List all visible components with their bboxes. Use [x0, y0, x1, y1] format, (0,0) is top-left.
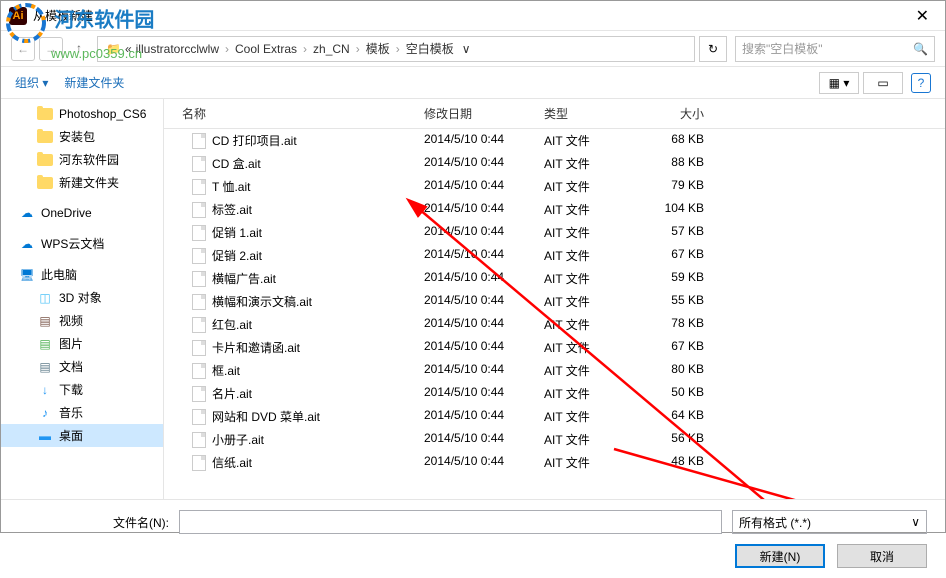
file-icon — [192, 386, 206, 402]
file-row[interactable]: CD 盒.ait 2014/5/10 0:44 AIT 文件 88 KB — [164, 152, 945, 175]
sidebar-item[interactable]: ↓下载 — [1, 378, 163, 401]
folder-icon — [37, 152, 53, 168]
file-icon — [192, 340, 206, 356]
newfolder-button[interactable]: 新建文件夹 — [64, 74, 124, 91]
view-mode-button[interactable]: ▦ ▾ — [819, 72, 859, 94]
file-icon — [192, 202, 206, 218]
list-header: 名称 修改日期 类型 大小 — [164, 99, 945, 129]
col-date-header[interactable]: 修改日期 — [424, 105, 544, 122]
file-icon — [192, 225, 206, 241]
sidebar-item[interactable]: 新建文件夹 — [1, 171, 163, 194]
cancel-button[interactable]: 取消 — [837, 544, 927, 568]
navbar: ← → ↑ 📁 « illustratorcclwlw› Cool Extras… — [1, 31, 945, 67]
file-icon — [192, 248, 206, 264]
file-row[interactable]: 卡片和邀请函.ait 2014/5/10 0:44 AIT 文件 67 KB — [164, 336, 945, 359]
onedrive-icon: ☁ — [19, 205, 35, 221]
music-icon: ♪ — [37, 405, 53, 421]
organize-menu[interactable]: 组织 ▾ — [15, 74, 48, 91]
3d-icon: ◫ — [37, 290, 53, 306]
close-button[interactable]: ✕ — [908, 6, 937, 26]
sidebar-item[interactable]: 安装包 — [1, 125, 163, 148]
up-button[interactable]: ↑ — [67, 37, 91, 61]
file-row[interactable]: T 恤.ait 2014/5/10 0:44 AIT 文件 79 KB — [164, 175, 945, 198]
format-select[interactable]: 所有格式 (*.*) ∨ — [732, 510, 927, 534]
new-button[interactable]: 新建(N) — [735, 544, 825, 568]
file-icon — [192, 271, 206, 287]
file-icon — [192, 294, 206, 310]
file-row[interactable]: 信纸.ait 2014/5/10 0:44 AIT 文件 48 KB — [164, 451, 945, 474]
preview-pane-button[interactable]: ▭ — [863, 72, 903, 94]
video-icon: ▤ — [37, 313, 53, 329]
file-icon — [192, 179, 206, 195]
breadcrumb[interactable]: 📁 « illustratorcclwlw› Cool Extras› zh_C… — [97, 36, 695, 62]
col-size-header[interactable]: 大小 — [654, 105, 734, 122]
col-type-header[interactable]: 类型 — [544, 105, 654, 122]
file-icon — [192, 363, 206, 379]
file-icon — [192, 455, 206, 471]
file-icon — [192, 317, 206, 333]
col-name-header[interactable]: 名称 — [164, 105, 424, 122]
file-icon — [192, 133, 206, 149]
sidebar-item[interactable]: 河东软件园 — [1, 148, 163, 171]
pc-icon: 🖥 — [19, 267, 35, 283]
sidebar-item[interactable]: ▬桌面 — [1, 424, 163, 447]
breadcrumb-dropdown[interactable]: ∨ — [458, 42, 475, 56]
file-row[interactable]: 横幅广告.ait 2014/5/10 0:44 AIT 文件 59 KB — [164, 267, 945, 290]
sidebar-item[interactable]: ☁OneDrive — [1, 202, 163, 224]
file-row[interactable]: 横幅和演示文稿.ait 2014/5/10 0:44 AIT 文件 55 KB — [164, 290, 945, 313]
file-icon — [192, 156, 206, 172]
sidebar-item[interactable]: ▤文档 — [1, 355, 163, 378]
file-row[interactable]: 标签.ait 2014/5/10 0:44 AIT 文件 104 KB — [164, 198, 945, 221]
forward-button[interactable]: → — [39, 37, 63, 61]
folder-icon — [37, 175, 53, 191]
file-icon — [192, 432, 206, 448]
filename-input[interactable] — [179, 510, 722, 534]
sidebar: Photoshop_CS6安装包河东软件园新建文件夹 ☁OneDrive ☁WPS云… — [1, 99, 164, 499]
wps-icon: ☁ — [19, 236, 35, 252]
doc-icon: ▤ — [37, 359, 53, 375]
search-icon: 🔍 — [913, 42, 928, 56]
sidebar-item[interactable]: ▤图片 — [1, 332, 163, 355]
footer: 文件名(N): 所有格式 (*.*) ∨ 新建(N) 取消 — [1, 499, 945, 578]
file-row[interactable]: 促销 1.ait 2014/5/10 0:44 AIT 文件 57 KB — [164, 221, 945, 244]
desktop-icon: ▬ — [37, 428, 53, 444]
file-row[interactable]: 促销 2.ait 2014/5/10 0:44 AIT 文件 67 KB — [164, 244, 945, 267]
sidebar-item[interactable]: ◫3D 对象 — [1, 286, 163, 309]
sidebar-item[interactable]: ▤视频 — [1, 309, 163, 332]
filename-label: 文件名(N): — [19, 514, 169, 531]
folder-icon: 📁 — [106, 42, 121, 56]
search-box[interactable]: 搜索"空白模板" 🔍 — [735, 36, 935, 62]
folder-icon — [37, 129, 53, 145]
titlebar: Ai 从模板新建 ✕ — [1, 1, 945, 31]
folder-icon — [37, 106, 53, 122]
file-row[interactable]: 名片.ait 2014/5/10 0:44 AIT 文件 50 KB — [164, 382, 945, 405]
help-button[interactable]: ? — [911, 73, 931, 93]
file-row[interactable]: 网站和 DVD 菜单.ait 2014/5/10 0:44 AIT 文件 64 … — [164, 405, 945, 428]
window-title: 从模板新建 — [33, 7, 908, 24]
file-list: 名称 修改日期 类型 大小 CD 打印项目.ait 2014/5/10 0:44… — [164, 99, 945, 499]
refresh-button[interactable]: ↻ — [699, 36, 727, 62]
app-icon: Ai — [9, 7, 27, 25]
sidebar-item[interactable]: ♪音乐 — [1, 401, 163, 424]
file-row[interactable]: 小册子.ait 2014/5/10 0:44 AIT 文件 56 KB — [164, 428, 945, 451]
download-icon: ↓ — [37, 382, 53, 398]
toolbar: 组织 ▾ 新建文件夹 ▦ ▾ ▭ ? — [1, 67, 945, 99]
chevron-down-icon: ∨ — [911, 515, 920, 529]
file-row[interactable]: 红包.ait 2014/5/10 0:44 AIT 文件 78 KB — [164, 313, 945, 336]
sidebar-item[interactable]: 🖥此电脑 — [1, 263, 163, 286]
file-row[interactable]: 框.ait 2014/5/10 0:44 AIT 文件 80 KB — [164, 359, 945, 382]
file-icon — [192, 409, 206, 425]
back-button[interactable]: ← — [11, 37, 35, 61]
image-icon: ▤ — [37, 336, 53, 352]
sidebar-item[interactable]: ☁WPS云文档 — [1, 232, 163, 255]
file-row[interactable]: CD 打印项目.ait 2014/5/10 0:44 AIT 文件 68 KB — [164, 129, 945, 152]
sidebar-item[interactable]: Photoshop_CS6 — [1, 103, 163, 125]
